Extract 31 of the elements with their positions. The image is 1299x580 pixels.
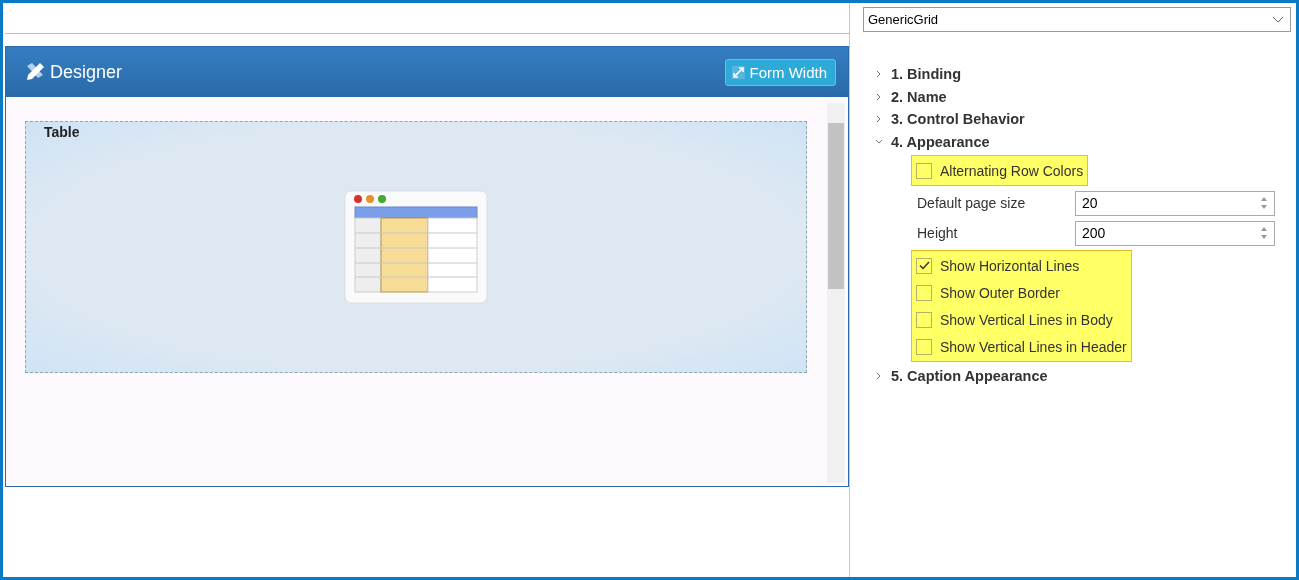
field-label: Height (917, 225, 959, 242)
checkbox[interactable] (916, 257, 932, 274)
checkbox-label: Show Vertical Lines in Header (940, 338, 1127, 355)
designer-title: Designer (50, 61, 124, 83)
chevron-down-icon (1272, 15, 1284, 24)
chevron-right-icon (875, 115, 883, 124)
chevron-right-icon (875, 371, 883, 380)
checkbox-label: Show Vertical Lines in Body (940, 311, 1113, 328)
checkbox[interactable] (916, 284, 932, 301)
control-dropdown[interactable]: GenericGrid (863, 7, 1291, 32)
checkbox-label: Alternating Row Colors (940, 162, 1084, 179)
number-field[interactable]: 20 (1075, 190, 1275, 216)
section-header[interactable]: 3. Control Behavior (875, 108, 1291, 131)
checkbox[interactable] (916, 311, 932, 328)
section-header[interactable]: 4. Appearance (875, 130, 1291, 154)
section-header[interactable]: 5. Caption Appearance (875, 364, 1291, 387)
checkbox-label: Show Horizontal Lines (940, 257, 1080, 274)
section-header[interactable]: 1. Binding (875, 63, 1291, 86)
field-label: Default page size (917, 195, 1027, 212)
section-header[interactable]: 2. Name (875, 85, 1291, 109)
expand-icon (732, 65, 746, 79)
checkbox-label: Show Outer Border (940, 284, 1060, 301)
chevron-right-icon (875, 70, 883, 79)
checkbox[interactable] (916, 162, 932, 179)
scrollbar[interactable] (827, 103, 845, 483)
number-field[interactable]: 200 (1075, 220, 1275, 246)
checkbox[interactable] (916, 338, 932, 355)
chevron-right-icon (875, 92, 883, 101)
table-control[interactable]: Table (25, 121, 807, 373)
pencil-ruler-icon (24, 61, 46, 83)
control-label: Table (44, 124, 80, 140)
